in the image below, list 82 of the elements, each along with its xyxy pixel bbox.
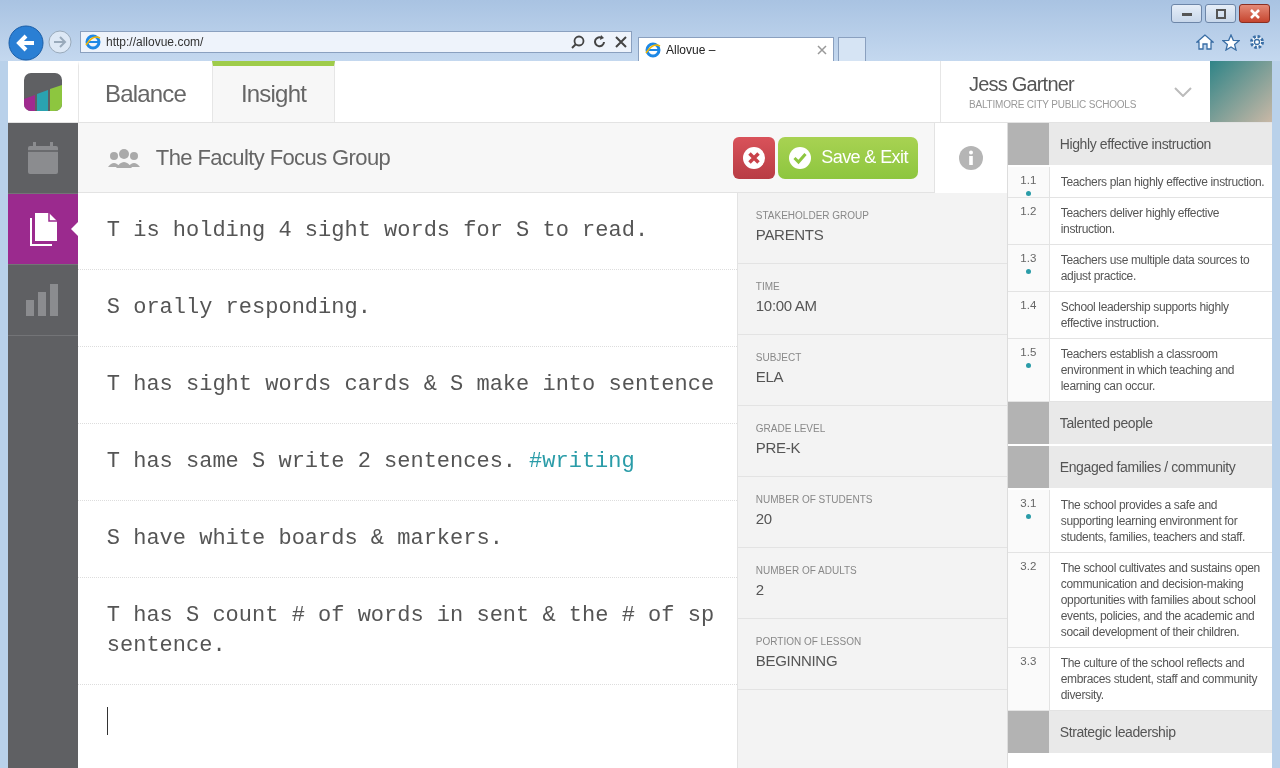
browser-logo-icon (85, 34, 101, 50)
detail-value: 10:00 AM (755, 297, 818, 314)
close-tab-icon[interactable] (817, 44, 827, 55)
close-button[interactable] (1239, 4, 1270, 23)
session-title: The Faculty Focus Group (155, 144, 391, 171)
standard-row[interactable]: 1.4 School leadership supports highly effective instruction. (1007, 292, 1272, 339)
nav-tab[interactable]: Insight (212, 61, 335, 122)
group-icon (107, 147, 140, 168)
standard-row[interactable]: 1.3 Teachers use multiple data sources to adjust practice. (1007, 245, 1272, 292)
detail-value: ELA (755, 368, 785, 385)
user-name: Jess Gartner (969, 73, 1076, 96)
close-circle-icon (742, 145, 767, 170)
standard-text[interactable]: Teachers plan highly effective instruction. (1049, 167, 1271, 197)
standard-text[interactable]: The school provides a safe and supporting learning environment for students, families, teachers and staff. (1049, 490, 1272, 552)
check-circle-icon (788, 145, 813, 170)
detail-label: TIME (755, 281, 781, 292)
standard-text[interactable]: Teachers deliver highly effective instruction. (1049, 198, 1272, 244)
group-marker (1007, 402, 1049, 444)
photo-placeholder (1210, 61, 1272, 122)
standard-number: 3.3 (1020, 655, 1037, 667)
standard-row[interactable]: 1.1 Teachers plan highly effective instruction. (1007, 167, 1272, 198)
standard-number: 1.5 (1020, 346, 1037, 358)
settings-icon[interactable] (1248, 33, 1266, 51)
standard-text[interactable]: The culture of the school reflects and embraces student, staff and community diversity. (1049, 648, 1272, 710)
standard-row[interactable]: 3.3 The culture of the school reflects and embraces student, staff and community diversity. (1007, 648, 1272, 711)
standard-group-title[interactable]: Strategic leadership (1048, 724, 1176, 740)
refresh-icon[interactable] (593, 35, 607, 49)
note-text: T has S count # of words in sent & the # of sp (106, 603, 715, 628)
note-text: T has same S write 2 sentences. (106, 449, 517, 474)
maximize-icon (1214, 8, 1227, 19)
detail-label: GRADE LEVEL (755, 423, 827, 434)
standard-row[interactable]: 1.2 Teachers deliver highly effective instruction. (1007, 198, 1272, 245)
detail-label: SUBJECT (755, 352, 803, 363)
detail-value: PRE-K (755, 439, 802, 456)
standard-number: 3.2 (1020, 560, 1037, 572)
note-text: T has sight words cards & S make into sentence (106, 372, 715, 397)
standard-number: 1.1 (1020, 174, 1037, 186)
calendar-icon (27, 142, 58, 174)
detail-value: 2 (755, 581, 765, 598)
detail-label: NUMBER OF ADULTS (755, 565, 858, 576)
home-icon[interactable] (1196, 34, 1214, 50)
detail-label: PORTION OF LESSON (755, 636, 863, 647)
note-text: S have white boards & markers. (106, 526, 503, 551)
minimize-button[interactable] (1171, 4, 1202, 23)
sidebar-item[interactable] (8, 194, 78, 265)
address-bar[interactable]: http://allovue.com/ (80, 31, 632, 53)
note-text: sentence. (106, 633, 226, 658)
stop-icon[interactable] (615, 36, 627, 48)
search-icon[interactable] (571, 35, 585, 49)
group-marker (1007, 711, 1049, 753)
bar-chart-icon (25, 284, 60, 316)
browser-logo-icon (645, 41, 661, 58)
detail-value: 20 (755, 510, 773, 527)
standard-number: 1.4 (1020, 299, 1037, 311)
group-marker (1007, 123, 1049, 165)
documents-icon (27, 212, 58, 246)
maximize-button[interactable] (1205, 4, 1236, 23)
standard-row[interactable]: 3.1 The school provides a safe and supporting learning environment for students, families, teachers and staff. (1007, 490, 1272, 553)
group-marker (1007, 446, 1049, 488)
standard-group-title[interactable]: Talented people (1048, 415, 1153, 431)
standard-row[interactable]: 3.2 The school cultivates and sustains open communication and decision-making opportunities with families about school events, policies, and the academic and socail development of their children. (1007, 553, 1272, 648)
standard-text[interactable]: Teachers use multiple data sources to adjust practice. (1049, 245, 1272, 291)
detail-value: BEGINNING (755, 652, 839, 669)
detail-value: PARENTS (755, 226, 825, 243)
cancel-button[interactable] (733, 136, 776, 179)
standard-number: 1.3 (1020, 252, 1037, 264)
close-icon (1247, 8, 1262, 19)
detail-label: NUMBER OF STUDENTS (755, 494, 874, 505)
logo-icon[interactable] (24, 72, 62, 111)
standard-text[interactable]: Teachers establish a classroom environment in which teaching and learning can occur. (1049, 339, 1272, 401)
standard-text[interactable]: School leadership supports highly effective instruction. (1049, 292, 1272, 338)
standard-number: 3.1 (1020, 497, 1037, 509)
standard-row[interactable]: 1.5 Teachers establish a classroom environment in which teaching and learning can occur. (1007, 339, 1272, 402)
standard-number: 1.2 (1020, 205, 1037, 217)
star-icon[interactable] (1222, 33, 1240, 51)
standard-text[interactable]: The school cultivates and sustains open communication and decision-making opportunities with families about school events, policies, and the academic and socail development of their children. (1049, 553, 1272, 647)
back-button[interactable] (8, 25, 44, 61)
note-text: S orally responding. (106, 295, 371, 320)
browser-tab[interactable]: Allovue – (638, 37, 834, 61)
detail-label: STAKEHOLDER GROUP (755, 210, 870, 221)
user-organization: BALTIMORE CITY PUBLIC SCHOOLS (969, 99, 1138, 110)
note-text: T is holding 4 sight words for S to read. (106, 218, 649, 243)
